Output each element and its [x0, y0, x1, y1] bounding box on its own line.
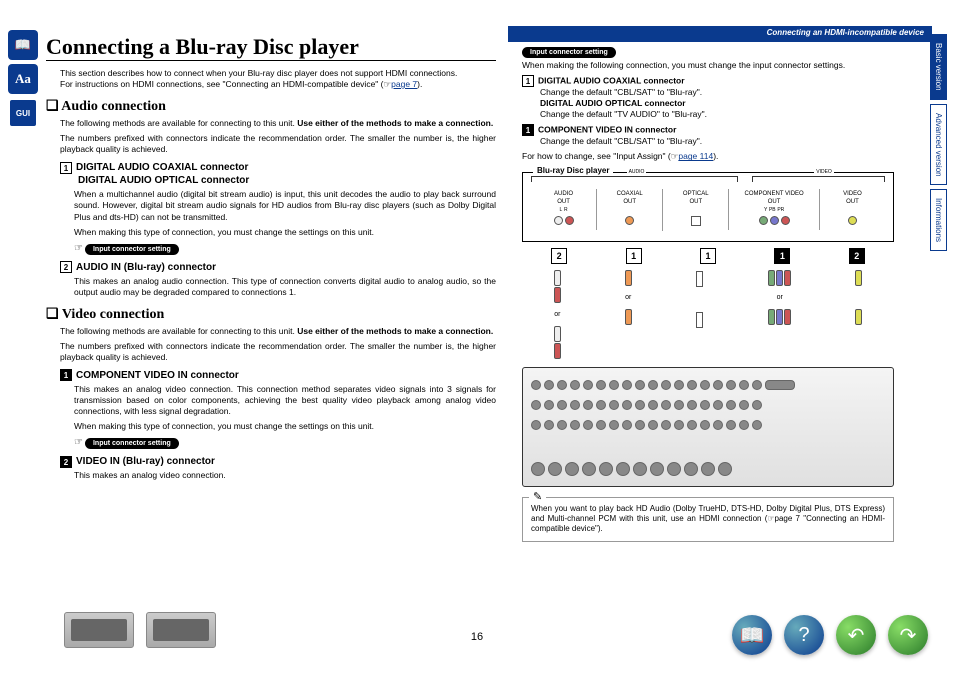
- audio-c1-heading: 1DIGITAL AUDIO COAXIAL connector DIGITAL…: [60, 161, 496, 187]
- num-1-black-icon: 1: [60, 369, 72, 381]
- video-c1-pill-row: ☞Input connector setting: [74, 436, 496, 449]
- link-page-114[interactable]: page 114: [678, 151, 713, 161]
- nav-help-button[interactable]: ?: [784, 615, 824, 655]
- cable-num-1: 1: [626, 248, 642, 264]
- audio-c1-desc: When a multichannel audio (digital bit s…: [74, 189, 496, 222]
- plug-row: or or or: [522, 270, 894, 359]
- hand-icon: ☞: [384, 79, 392, 89]
- num-1-black-icon: 1: [522, 124, 534, 136]
- cable-num-2-black: 2: [849, 248, 865, 264]
- audio-heading: ❏ Audio connection: [46, 98, 496, 116]
- video-c2-desc: This makes an analog video connection.: [74, 470, 496, 481]
- audio-c2-heading: 2AUDIO IN (Blu-ray) connector: [60, 261, 496, 274]
- gui-icon: GUI: [8, 98, 38, 128]
- tab-advanced[interactable]: Advanced version: [930, 104, 947, 186]
- port-audio-out: AUDIO OUT L R: [531, 189, 596, 229]
- port-video-out: VIDEO OUT: [819, 189, 885, 229]
- header-strip: Connecting an HDMI-incompatible device: [508, 26, 932, 42]
- footer: 16 📖 ? ↶ ↷: [0, 611, 954, 661]
- right-i2: 1COMPONENT VIDEO IN connector Change the…: [522, 124, 908, 147]
- right-column: Input connector setting When making the …: [508, 46, 908, 542]
- pencil-icon: ✎: [529, 490, 546, 504]
- hand-icon: ☞: [74, 437, 83, 448]
- video-c1-heading: 1COMPONENT VIDEO IN connector: [60, 369, 496, 382]
- intro-text: This section describes how to connect wh…: [60, 68, 496, 90]
- cable-number-row: 2 1 1 1 2: [522, 248, 894, 264]
- num-2-black-icon: 2: [60, 456, 72, 468]
- video-p2: The numbers prefixed with connectors ind…: [60, 341, 496, 363]
- num-1-icon: 1: [60, 162, 72, 174]
- video-c1-desc2: When making this type of connection, you…: [74, 421, 496, 432]
- aa-icon: Aa: [8, 64, 38, 94]
- link-page-7[interactable]: page 7: [391, 79, 417, 89]
- diagram-title: Blu-ray Disc player: [533, 166, 613, 176]
- receiver-rear-panel: [522, 367, 894, 487]
- right-intro: When making the following connection, yo…: [522, 60, 908, 71]
- port-coaxial-out: COAXIAL OUT: [596, 189, 662, 229]
- video-c2-heading: 2VIDEO IN (Blu-ray) connector: [60, 455, 496, 468]
- video-p1: The following methods are available for …: [60, 326, 496, 337]
- cable-num-1b: 1: [700, 248, 716, 264]
- audio-p1: The following methods are available for …: [60, 118, 496, 129]
- port-component-out: COMPONENT VIDEO OUT Y PB PR: [728, 189, 819, 229]
- audio-p2: The numbers prefixed with connectors ind…: [60, 133, 496, 155]
- group-video: VIDEO: [814, 169, 834, 176]
- tab-basic[interactable]: Basic version: [930, 34, 947, 100]
- audio-c1-pill-row: ☞Input connector setting: [74, 242, 496, 255]
- bluray-diagram: Blu-ray Disc player AUDIO VIDEO AUDIO OU…: [522, 172, 894, 241]
- num-2-icon: 2: [60, 261, 72, 273]
- input-connector-pill-header: Input connector setting: [522, 47, 616, 58]
- nav-prev-button[interactable]: ↶: [836, 615, 876, 655]
- input-connector-pill: Input connector setting: [85, 438, 179, 449]
- left-column: This section describes how to connect wh…: [46, 64, 496, 485]
- group-audio: AUDIO: [627, 169, 647, 176]
- title-rule: [46, 60, 496, 61]
- nav-next-button[interactable]: ↷: [888, 615, 928, 655]
- num-1-icon: 1: [522, 75, 534, 87]
- side-tabs: Basic version Advanced version Informati…: [930, 34, 950, 255]
- cable-num-2: 2: [551, 248, 567, 264]
- video-c1-desc: This makes an analog video connection. T…: [74, 384, 496, 417]
- audio-c1-desc2: When making this type of connection, you…: [74, 227, 496, 238]
- tab-informations[interactable]: Informations: [930, 189, 947, 251]
- right-i1: 1DIGITAL AUDIO COAXIAL connector Change …: [522, 75, 908, 120]
- video-heading: ❏ Video connection: [46, 306, 496, 324]
- audio-c2-desc: This makes an analog audio connection. T…: [74, 276, 496, 298]
- left-icon-rail: 📖 Aa GUI: [8, 30, 40, 132]
- right-howto: For how to change, see "Input Assign" (☞…: [522, 151, 908, 162]
- port-optical-out: OPTICAL OUT: [662, 189, 728, 230]
- hand-icon: ☞: [74, 243, 83, 254]
- nav-book-button[interactable]: 📖: [732, 615, 772, 655]
- note-box: ✎ When you want to play back HD Audio (D…: [522, 497, 894, 542]
- page-title: Connecting a Blu-ray Disc player: [46, 34, 359, 60]
- input-connector-pill: Input connector setting: [85, 244, 179, 255]
- cable-num-1-black: 1: [774, 248, 790, 264]
- book-icon: 📖: [8, 30, 38, 60]
